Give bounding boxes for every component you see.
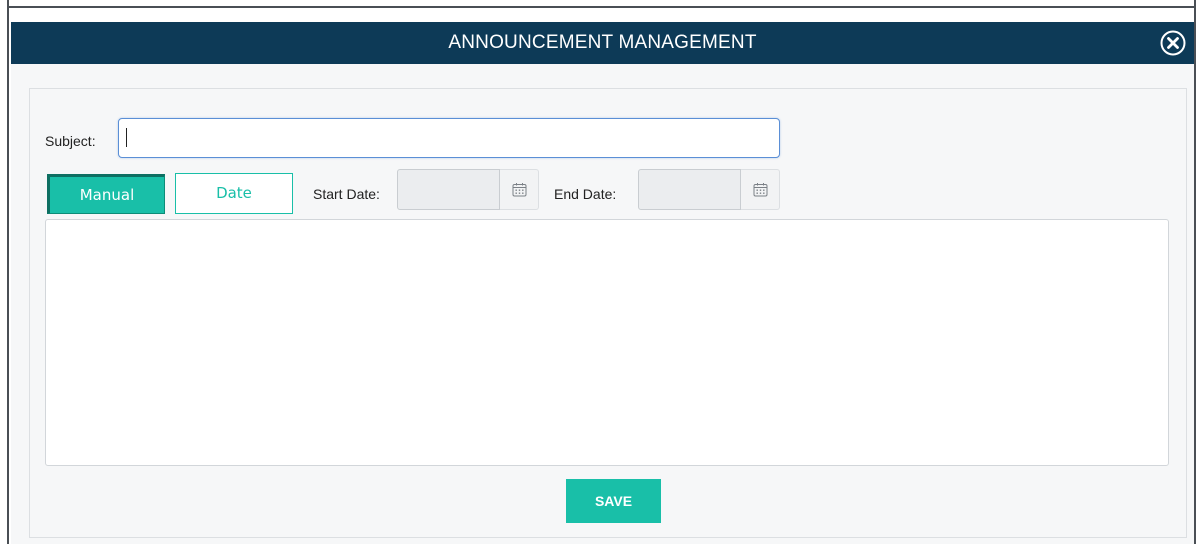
subject-label: Subject:	[45, 133, 96, 149]
form-panel: Subject: Manual Date Start Date: End Dat…	[29, 88, 1187, 538]
start-date-input[interactable]	[397, 169, 500, 210]
window-right-edge	[1194, 0, 1198, 544]
end-date-picker-button[interactable]	[741, 169, 780, 210]
start-date-label: Start Date:	[313, 186, 380, 202]
date-mode-button[interactable]: Date	[175, 173, 293, 214]
end-date-input[interactable]	[638, 169, 741, 210]
screen-frame: ANNOUNCEMENT MANAGEMENT Subject: Manual …	[0, 0, 1198, 544]
modal-title: ANNOUNCEMENT MANAGEMENT	[448, 32, 757, 53]
announcement-modal: ANNOUNCEMENT MANAGEMENT Subject: Manual …	[11, 22, 1194, 544]
announcement-body-editor[interactable]	[45, 219, 1169, 466]
text-caret	[126, 128, 127, 147]
calendar-icon	[512, 183, 527, 197]
window-left-edge	[0, 0, 9, 544]
close-circle-icon	[1160, 30, 1186, 56]
end-date-label: End Date:	[554, 186, 617, 202]
start-date-picker-button[interactable]	[500, 169, 539, 210]
window-top-edge	[0, 0, 1198, 8]
modal-titlebar: ANNOUNCEMENT MANAGEMENT	[11, 22, 1194, 64]
subject-input[interactable]	[118, 118, 780, 158]
close-button[interactable]	[1160, 30, 1186, 56]
manual-mode-button[interactable]: Manual	[47, 174, 165, 214]
calendar-icon	[753, 183, 768, 197]
save-button[interactable]: SAVE	[566, 479, 661, 523]
